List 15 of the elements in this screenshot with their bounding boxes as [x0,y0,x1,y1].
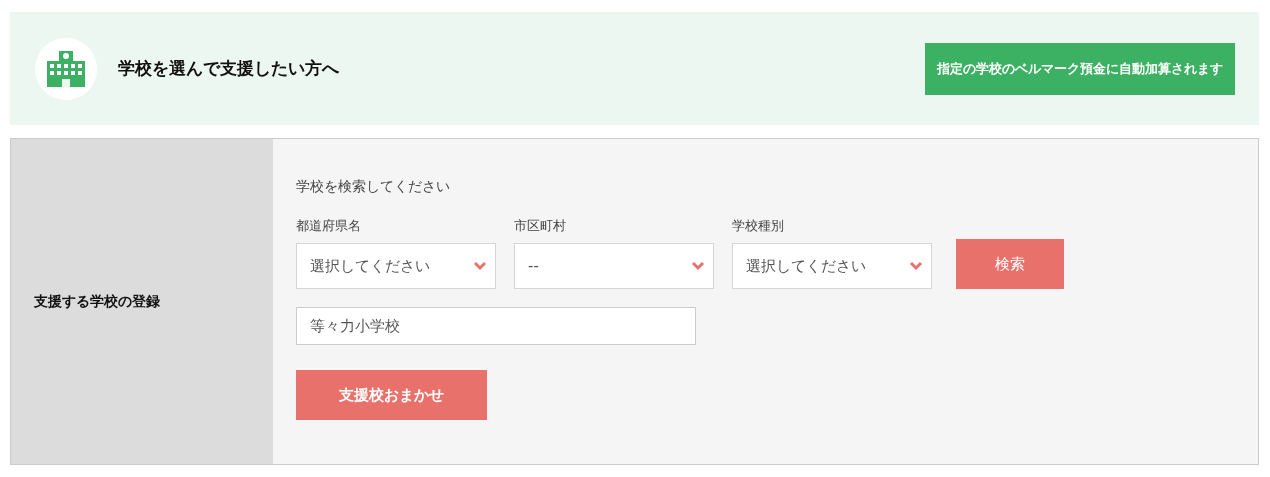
field-label: 市区町村 [514,217,567,235]
section-title: 学校を選んで支援したい方へ [118,57,340,80]
chevron-down-icon [909,261,923,271]
dropdown-select[interactable]: 選択してください [732,243,932,289]
field-label: 都道府県名 [296,217,362,235]
field-label: 学校種別 [732,217,785,235]
school-name-field[interactable]: 等々力小学校 [296,307,696,345]
chevron-down-icon [691,261,705,271]
dropdown-select[interactable]: -- [514,243,714,289]
school-building-icon [47,50,85,87]
row-label: 支援する学校の登録 [34,292,160,311]
chevron-down-icon [473,261,487,271]
info-badge: 指定の学校のベルマーク預金に自動加算されます [925,42,1235,95]
form-heading: 学校を検索してください [296,178,451,196]
dropdown-select[interactable]: 選択してください [296,243,496,289]
